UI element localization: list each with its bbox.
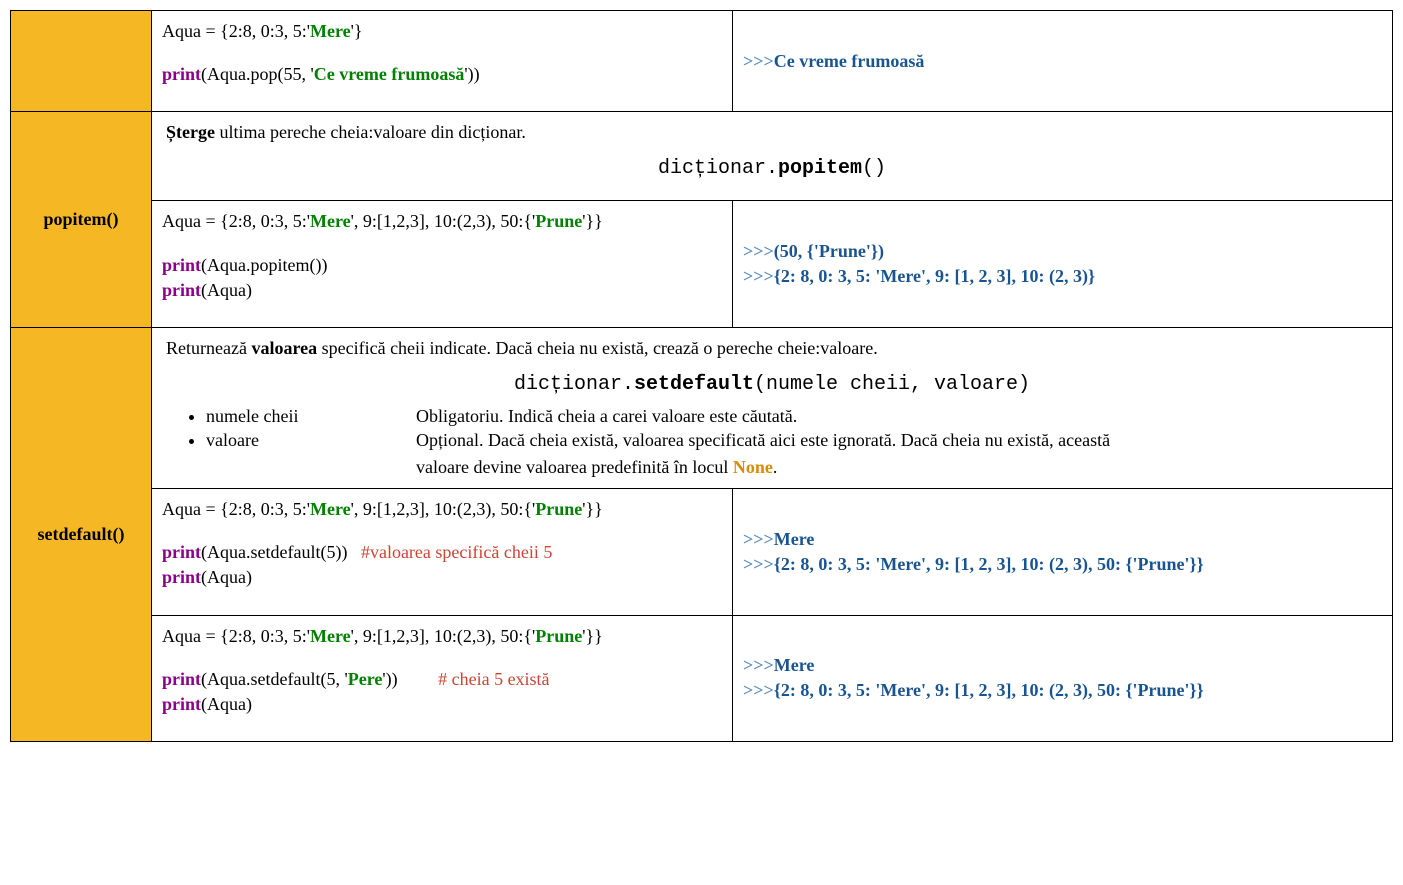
desc-bold: valoarea — [251, 338, 317, 358]
code-text: Aqua = {2:8, 0:3, 5:' — [162, 626, 310, 646]
code-text: (Aqua) — [201, 567, 252, 587]
table-row: popitem() Șterge ultima pereche cheia:va… — [11, 112, 1393, 201]
output-text: Mere — [774, 655, 815, 675]
list-item: numele cheii Obligatoriu. Indică cheia a… — [206, 406, 1378, 427]
code-text: Aqua = {2:8, 0:3, 5:' — [162, 21, 310, 41]
code-comment: #valoarea specifică cheii 5 — [361, 542, 552, 562]
code-keyword: print — [162, 280, 201, 300]
table-row: Aqua = {2:8, 0:3, 5:'Mere', 9:[1,2,3], 1… — [11, 201, 1393, 328]
code-keyword: print — [162, 669, 201, 689]
code-none: None — [733, 457, 773, 477]
code-text: ', 9:[1,2,3], 10:(2,3), 50:{' — [351, 626, 536, 646]
code-text: (Aqua.setdefault(5, ' — [201, 669, 348, 689]
table-row: Aqua = {2:8, 0:3, 5:'Mere', 9:[1,2,3], 1… — [11, 488, 1393, 615]
code-cell: Aqua = {2:8, 0:3, 5:'Mere', 9:[1,2,3], 1… — [152, 201, 733, 328]
desc-text: ultima pereche cheia:valoare din dicțion… — [215, 122, 526, 142]
syntax-bold: popitem — [778, 157, 862, 180]
code-keyword: print — [162, 64, 201, 84]
code-keyword: print — [162, 255, 201, 275]
output-text: (50, {'Prune'}) — [774, 241, 884, 261]
list-item: valoare Opțional. Dacă cheia există, val… — [206, 430, 1378, 451]
syntax-text: dicționar. — [514, 373, 634, 396]
output-cell: >>>Ce vreme frumoasă — [733, 11, 1393, 112]
description-cell: Șterge ultima pereche cheia:valoare din … — [152, 112, 1393, 201]
code-string: Mere — [310, 626, 351, 646]
desc-text: valoare devine valoarea predefinită în l… — [416, 457, 733, 477]
output-prompt: >>> — [743, 241, 774, 261]
code-text: Aqua = {2:8, 0:3, 5:' — [162, 211, 310, 231]
code-text: (Aqua) — [201, 280, 252, 300]
method-name-label: setdefault() — [38, 524, 125, 544]
output-cell: >>>Mere >>>{2: 8, 0: 3, 5: 'Mere', 9: [1… — [733, 488, 1393, 615]
syntax-line: dicționar.popitem() — [166, 157, 1378, 180]
param-name: numele cheii — [206, 406, 416, 427]
code-text: (Aqua) — [201, 694, 252, 714]
code-string: Pere — [348, 669, 383, 689]
code-text: ', 9:[1,2,3], 10:(2,3), 50:{' — [351, 499, 536, 519]
output-prompt: >>> — [743, 529, 774, 549]
output-text: {2: 8, 0: 3, 5: 'Mere', 9: [1, 2, 3], 10… — [774, 680, 1204, 700]
code-text: '}} — [582, 211, 603, 231]
code-text: ')) — [464, 64, 479, 84]
code-cell: Aqua = {2:8, 0:3, 5:'Mere', 9:[1,2,3], 1… — [152, 615, 733, 742]
output-text: {2: 8, 0: 3, 5: 'Mere', 9: [1, 2, 3], 10… — [774, 554, 1204, 574]
desc-text: Returnează — [166, 338, 251, 358]
code-string: Ce vreme frumoasă — [314, 64, 465, 84]
code-cell: Aqua = {2:8, 0:3, 5:'Mere', 9:[1,2,3], 1… — [152, 488, 733, 615]
code-text: ', 9:[1,2,3], 10:(2,3), 50:{' — [351, 211, 536, 231]
code-keyword: print — [162, 694, 201, 714]
code-text: (Aqua.pop(55, ' — [201, 64, 314, 84]
code-text: (Aqua.popitem()) — [201, 255, 327, 275]
method-cell-popitem: popitem() — [11, 112, 152, 328]
code-text: (Aqua.setdefault(5)) — [201, 542, 361, 562]
description-cell: Returnează valoarea specifică cheii indi… — [152, 327, 1393, 488]
output-prompt: >>> — [743, 554, 774, 574]
output-text: Mere — [774, 529, 815, 549]
method-cell-empty — [11, 11, 152, 112]
syntax-text: () — [862, 157, 886, 180]
syntax-text: dicționar. — [658, 157, 778, 180]
param-desc: Opțional. Dacă cheia există, valoarea sp… — [416, 430, 1378, 451]
output-prompt: >>> — [743, 655, 774, 675]
output-text: {2: 8, 0: 3, 5: 'Mere', 9: [1, 2, 3], 10… — [774, 266, 1095, 286]
methods-table: Aqua = {2:8, 0:3, 5:'Mere'} print(Aqua.p… — [10, 10, 1393, 742]
output-prompt: >>> — [743, 680, 774, 700]
desc-text: . — [773, 457, 778, 477]
code-string: Mere — [310, 499, 351, 519]
code-keyword: print — [162, 567, 201, 587]
code-string: Prune — [535, 211, 582, 231]
code-string: Prune — [535, 626, 582, 646]
param-desc-continued: valoare devine valoarea predefinită în l… — [416, 457, 1378, 478]
param-desc: Obligatoriu. Indică cheia a carei valoar… — [416, 406, 1378, 427]
code-cell: Aqua = {2:8, 0:3, 5:'Mere'} print(Aqua.p… — [152, 11, 733, 112]
code-text: '} — [351, 21, 363, 41]
syntax-bold: setdefault — [634, 373, 754, 396]
code-comment: # cheia 5 există — [438, 669, 549, 689]
code-text: Aqua = {2:8, 0:3, 5:' — [162, 499, 310, 519]
code-string: Mere — [310, 21, 351, 41]
output-cell: >>>Mere >>>{2: 8, 0: 3, 5: 'Mere', 9: [1… — [733, 615, 1393, 742]
output-text: Ce vreme frumoasă — [774, 51, 925, 71]
code-keyword: print — [162, 542, 201, 562]
table-row: setdefault() Returnează valoarea specifi… — [11, 327, 1393, 488]
code-text: '}} — [582, 499, 603, 519]
code-text: ')) — [382, 669, 438, 689]
desc-text: specifică cheii indicate. Dacă cheia nu … — [317, 338, 878, 358]
method-name-label: popitem() — [44, 209, 119, 229]
param-list: numele cheii Obligatoriu. Indică cheia a… — [206, 406, 1378, 451]
output-prompt: >>> — [743, 51, 774, 71]
method-cell-setdefault: setdefault() — [11, 327, 152, 741]
table-row: Aqua = {2:8, 0:3, 5:'Mere', 9:[1,2,3], 1… — [11, 615, 1393, 742]
param-name: valoare — [206, 430, 416, 451]
output-cell: >>>(50, {'Prune'}) >>>{2: 8, 0: 3, 5: 'M… — [733, 201, 1393, 328]
code-string: Mere — [310, 211, 351, 231]
syntax-text: (numele cheii, valoare) — [754, 373, 1030, 396]
syntax-line: dicționar.setdefault(numele cheii, valoa… — [166, 373, 1378, 396]
output-prompt: >>> — [743, 266, 774, 286]
code-text: '}} — [582, 626, 603, 646]
table-row: Aqua = {2:8, 0:3, 5:'Mere'} print(Aqua.p… — [11, 11, 1393, 112]
code-string: Prune — [535, 499, 582, 519]
desc-bold: Șterge — [166, 122, 215, 142]
